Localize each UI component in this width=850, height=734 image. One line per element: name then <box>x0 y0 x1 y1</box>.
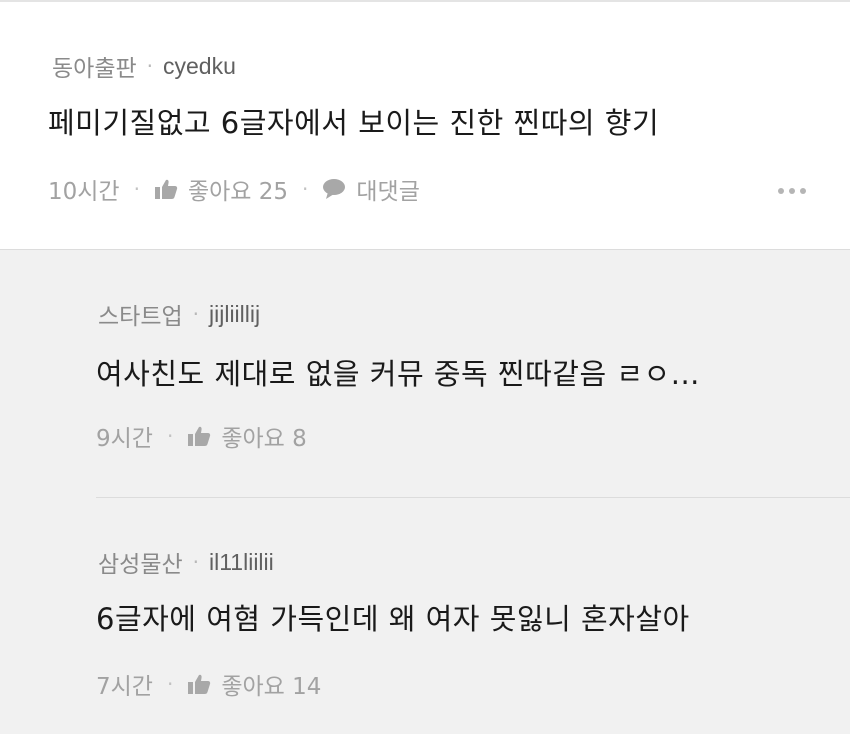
reply-text: 여사친도 제대로 없을 커뮤 중독 찐따같음 ㄹㅇ... <box>96 357 700 391</box>
like-button[interactable]: 좋아요 25 <box>154 172 288 206</box>
comment-meta: 동아출판 · cyedku <box>52 49 236 83</box>
source-label: 스타트업 <box>98 304 183 330</box>
separator: · <box>302 177 309 201</box>
like-button[interactable]: 좋아요 14 <box>187 667 321 701</box>
reply-actions: 9시간 · 좋아요 8 <box>96 419 307 453</box>
comment-text: 페미기질없고 6글자에서 보이는 진한 찐따의 향기 <box>48 106 660 140</box>
source-label: 삼성물산 <box>98 552 183 578</box>
reply-text: 6글자에 여혐 가득인데 왜 여자 못잃니 혼자살아 <box>96 602 690 636</box>
like-count: 좋아요 25 <box>187 179 289 205</box>
reply-label: 대댓글 <box>356 179 420 205</box>
username[interactable]: il11liilii <box>209 549 274 576</box>
separator: · <box>192 302 199 326</box>
username[interactable]: jijliillij <box>209 301 260 328</box>
more-options-icon[interactable] <box>778 188 806 194</box>
separator: · <box>146 54 153 78</box>
separator: · <box>166 672 174 696</box>
thumbs-up-icon <box>187 673 211 695</box>
like-count: 좋아요 8 <box>221 426 307 452</box>
timestamp: 9시간 <box>96 426 153 452</box>
comment-item: 동아출판 · cyedku 페미기질없고 6글자에서 보이는 진한 찐따의 향기… <box>0 2 850 250</box>
timestamp: 10시간 <box>48 179 120 205</box>
divider <box>96 497 850 498</box>
timestamp: 7시간 <box>96 674 153 700</box>
like-button[interactable]: 좋아요 8 <box>187 419 307 453</box>
separator: · <box>166 424 174 448</box>
speech-bubble-icon <box>322 178 346 200</box>
thumbs-up-icon <box>187 425 211 447</box>
reply-button[interactable]: 대댓글 <box>322 172 420 206</box>
reply-meta: 삼성물산 · il11liilii <box>98 545 274 579</box>
username[interactable]: cyedku <box>163 53 236 80</box>
separator: · <box>192 550 199 574</box>
reply-actions: 7시간 · 좋아요 14 <box>96 667 321 701</box>
comment-actions: 10시간 · 좋아요 25 · 대댓글 <box>48 172 420 206</box>
reply-meta: 스타트업 · jijliillij <box>98 297 260 331</box>
source-label: 동아출판 <box>52 56 137 82</box>
separator: · <box>133 177 140 201</box>
thumbs-up-icon <box>154 178 178 200</box>
like-count: 좋아요 14 <box>221 674 322 700</box>
